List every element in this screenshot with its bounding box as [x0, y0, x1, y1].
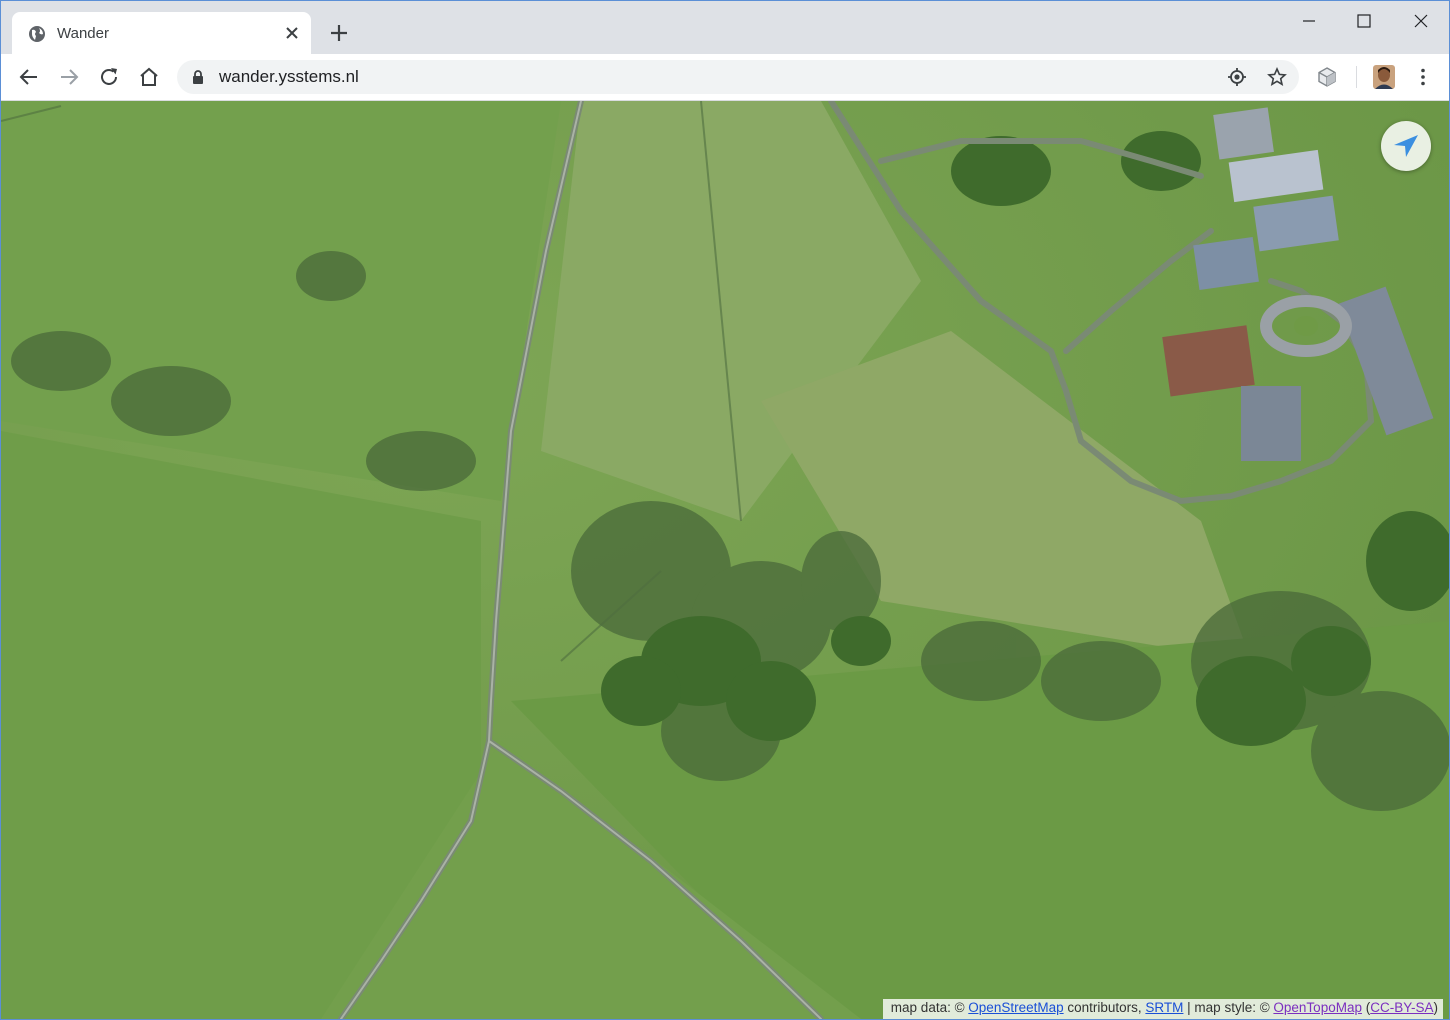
minimize-icon[interactable]: [1289, 9, 1329, 33]
map-attribution: map data: © OpenStreetMap contributors, …: [882, 999, 1443, 1019]
close-tab-icon[interactable]: [282, 23, 302, 43]
openstreetmap-link[interactable]: OpenStreetMap: [968, 1000, 1063, 1015]
map-view[interactable]: map data: © OpenStreetMap contributors, …: [1, 101, 1449, 1019]
opentopomap-link[interactable]: OpenTopoMap: [1273, 1000, 1362, 1015]
navigation-arrow-icon: [1394, 135, 1418, 157]
menu-icon[interactable]: [1411, 65, 1435, 89]
satellite-imagery[interactable]: [1, 101, 1449, 1019]
tab-strip: Wander: [1, 1, 1449, 54]
address-bar[interactable]: wander.ysstems.nl: [177, 60, 1299, 94]
forward-icon[interactable]: [57, 65, 81, 89]
tab-title: Wander: [57, 25, 109, 42]
attribution-prefix: map data: ©: [890, 1000, 969, 1015]
toolbar-separator: [1356, 66, 1357, 88]
srtm-link[interactable]: SRTM: [1145, 1000, 1183, 1015]
lock-icon[interactable]: [191, 69, 205, 85]
maximize-icon[interactable]: [1344, 9, 1384, 33]
home-icon[interactable]: [137, 65, 161, 89]
license-link[interactable]: CC-BY-SA: [1370, 1000, 1433, 1015]
tab-wander[interactable]: Wander: [12, 12, 311, 54]
attribution-mid2: | map style: ©: [1183, 1000, 1274, 1015]
url-text[interactable]: wander.ysstems.nl: [219, 67, 359, 87]
reload-icon[interactable]: [97, 65, 121, 89]
extension-icon[interactable]: [1315, 65, 1339, 89]
new-tab-icon[interactable]: [327, 21, 351, 45]
browser-toolbar: wander.ysstems.nl: [1, 54, 1449, 101]
attribution-mid1: contributors,: [1063, 1000, 1146, 1015]
locate-button[interactable]: [1381, 121, 1431, 171]
profile-avatar[interactable]: [1373, 65, 1395, 89]
back-icon[interactable]: [17, 65, 41, 89]
location-icon[interactable]: [1227, 67, 1247, 87]
close-icon[interactable]: [1401, 9, 1441, 33]
star-icon[interactable]: [1267, 67, 1287, 87]
browser-window: Wander wander.ysstems.nl map data: © Ope…: [0, 0, 1450, 1020]
globe-icon: [29, 26, 45, 42]
attribution-paren-close: ): [1433, 1000, 1439, 1015]
attribution-paren-open: (: [1361, 1000, 1371, 1015]
